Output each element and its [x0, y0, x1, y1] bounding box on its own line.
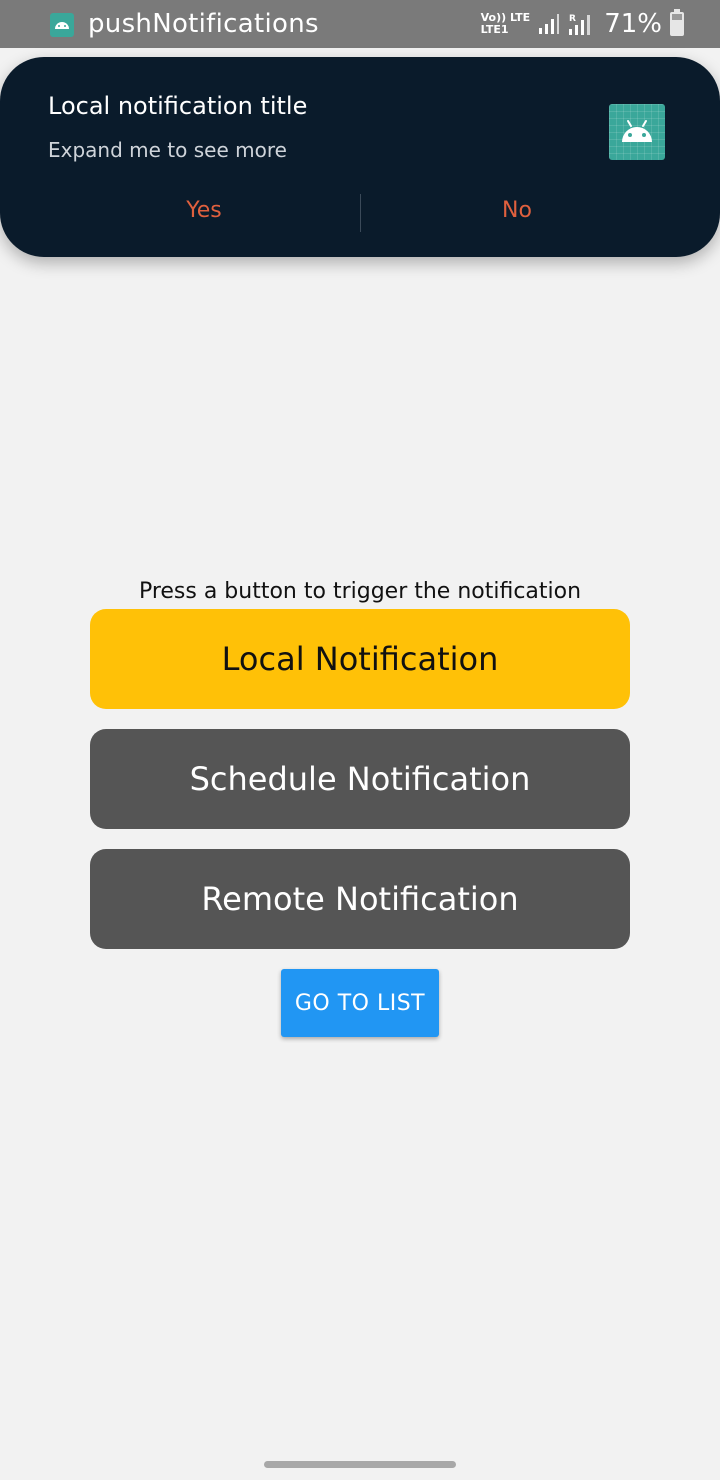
- status-indicators: Vo)) LTE LTE1 R 71%: [481, 6, 684, 42]
- notification-body: Expand me to see more: [48, 138, 287, 162]
- notification-no-button[interactable]: No: [457, 197, 577, 225]
- heads-up-notification[interactable]: Local notification title Expand me to se…: [0, 57, 720, 257]
- signal-strength-icon: [539, 14, 560, 34]
- instruction-text: Press a button to trigger the notificati…: [138, 579, 582, 604]
- local-notification-label: Local Notification: [221, 640, 499, 678]
- android-icon: [609, 104, 665, 160]
- go-to-list-label: GO TO LIST: [294, 990, 426, 1016]
- network-type: Vo)) LTE LTE1: [481, 12, 531, 36]
- android-app-icon: [50, 13, 74, 37]
- notification-title: Local notification title: [48, 92, 308, 120]
- home-indicator[interactable]: [264, 1461, 456, 1468]
- notification-yes-button[interactable]: Yes: [144, 197, 264, 225]
- status-app-name: pushNotifications: [88, 9, 319, 39]
- local-notification-button[interactable]: Local Notification: [90, 609, 630, 709]
- remote-notification-label: Remote Notification: [201, 880, 519, 918]
- remote-notification-button[interactable]: Remote Notification: [90, 849, 630, 949]
- schedule-notification-label: Schedule Notification: [189, 760, 531, 798]
- action-divider: [360, 194, 361, 232]
- battery-percentage: 71%: [604, 9, 662, 39]
- go-to-list-button[interactable]: GO TO LIST: [281, 969, 439, 1037]
- schedule-notification-button[interactable]: Schedule Notification: [90, 729, 630, 829]
- network-type-bottom: LTE1: [480, 23, 509, 36]
- status-bar: pushNotifications Vo)) LTE LTE1 R 71%: [0, 0, 720, 48]
- signal-strength-roaming-icon: R: [569, 14, 591, 35]
- battery-icon: [670, 9, 684, 36]
- svg-text:R: R: [569, 14, 576, 24]
